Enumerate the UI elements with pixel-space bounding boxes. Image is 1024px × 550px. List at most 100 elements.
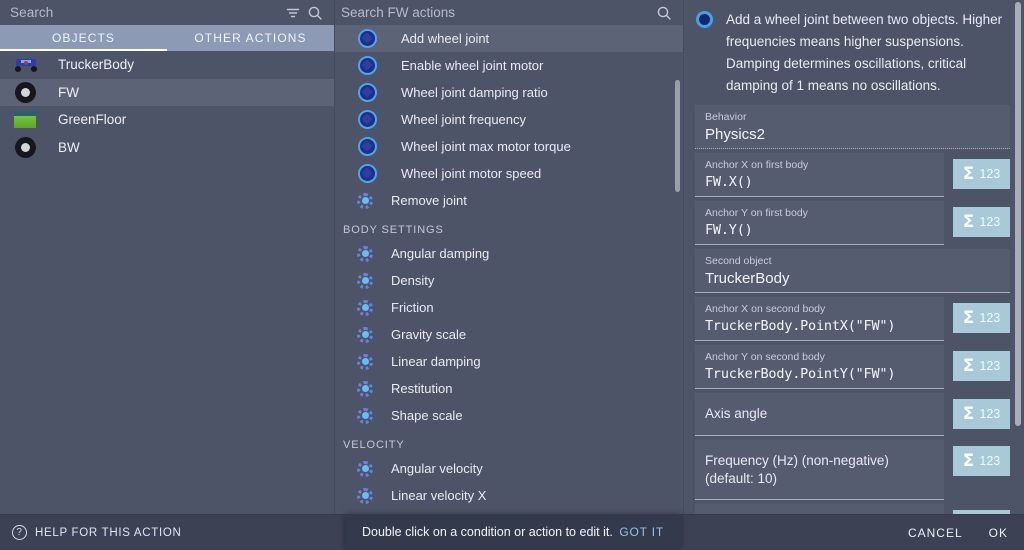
object-row-truckerbody[interactable]: TruckerBody <box>0 51 334 79</box>
object-row-greenfloor[interactable]: GreenFloor <box>0 106 334 134</box>
parameter-field-value[interactable]: TruckerBody.PointX("FW") <box>705 317 936 336</box>
object-row-fw[interactable]: FW <box>0 78 334 106</box>
objects-search-input[interactable]: Search <box>10 5 282 20</box>
expression-editor-button[interactable]: Σ 123 <box>953 399 1010 429</box>
object-label: BW <box>58 139 80 155</box>
ok-button[interactable]: OK <box>989 526 1008 540</box>
physics-gear-icon <box>353 245 377 262</box>
expression-editor-button[interactable]: Σ 123 <box>953 446 1010 476</box>
objects-search-bar[interactable]: Search <box>0 0 334 25</box>
search-icon[interactable] <box>304 2 326 24</box>
actions-search-input[interactable]: Search FW actions <box>341 5 653 20</box>
search-icon[interactable] <box>653 2 675 24</box>
parameter-field-value[interactable]: TruckerBody.PointY("FW") <box>705 365 936 384</box>
actions-section-header: VELOCITY <box>343 439 405 451</box>
parameter-field[interactable]: Behavior Physics2 <box>695 105 1010 149</box>
action-row[interactable]: Wheel joint frequency <box>335 106 683 133</box>
action-editor-dialog: Search OBJECTS OTHER ACTIONS TruckerBody… <box>0 0 1024 550</box>
tab-other-actions[interactable]: OTHER ACTIONS <box>167 25 334 51</box>
parameter-field-label: Frequency (Hz) (non-negative) (default: … <box>705 453 889 486</box>
wheel-joint-icon <box>355 164 379 183</box>
tab-objects[interactable]: OBJECTS <box>0 25 167 51</box>
sigma-icon: Σ <box>962 450 975 471</box>
action-row[interactable]: Linear damping <box>335 348 683 375</box>
action-label: Wheel joint motor speed <box>401 166 542 181</box>
parameter-field-value[interactable]: Physics2 <box>705 125 1002 144</box>
physics-gear-icon <box>353 326 377 343</box>
action-row[interactable]: Wheel joint motor speed <box>335 160 683 187</box>
parameter-field-inner[interactable]: Anchor X on second body TruckerBody.Point… <box>695 297 944 341</box>
object-label: TruckerBody <box>58 57 135 73</box>
actions-panel: Search FW actions Add wheel joint Enable … <box>334 0 683 550</box>
filter-icon[interactable] <box>282 2 304 24</box>
parameter-field[interactable]: Anchor X on second body TruckerBody.Point… <box>695 297 944 341</box>
parameter-field-inner[interactable]: Anchor Y on second body TruckerBody.Point… <box>695 345 944 389</box>
physics-gear-icon <box>353 380 377 397</box>
parameter-field-row: Anchor Y on second body TruckerBody.Point… <box>695 345 1010 389</box>
tab-other-actions-label: OTHER ACTIONS <box>194 31 307 45</box>
parameter-field-value[interactable]: FW.Y() <box>705 221 936 240</box>
wheel-joint-icon <box>355 110 379 129</box>
action-row[interactable]: Friction <box>335 294 683 321</box>
action-label: Wheel joint damping ratio <box>401 85 548 100</box>
wheel-joint-icon <box>355 137 379 156</box>
object-label: FW <box>58 84 79 100</box>
sigma-icon: Σ <box>962 307 975 328</box>
action-row[interactable]: Shape scale <box>335 402 683 429</box>
parameter-field-row: Axis angle Σ 123 <box>695 393 1010 436</box>
parameter-field[interactable]: Frequency (Hz) (non-negative) (default: … <box>695 440 944 500</box>
action-row[interactable]: Remove joint <box>335 187 683 214</box>
parameter-field-inner[interactable]: Second object TruckerBody <box>695 249 1010 293</box>
action-label: Linear damping <box>391 354 481 369</box>
parameter-field-value[interactable]: FW.X() <box>705 173 936 192</box>
parameter-field[interactable]: Anchor X on first body FW.X() <box>695 153 944 197</box>
help-for-this-action-button[interactable]: ? HELP FOR THIS ACTION <box>12 525 182 540</box>
action-label: Gravity scale <box>391 327 467 342</box>
parameter-field-inner[interactable]: Anchor X on first body FW.X() <box>695 153 944 197</box>
actions-search-bar[interactable]: Search FW actions <box>335 0 683 25</box>
expression-editor-button[interactable]: Σ 123 <box>953 351 1010 381</box>
physics-gear-icon <box>353 353 377 370</box>
sigma-button-number: 123 <box>979 215 1001 229</box>
parameter-field-inner[interactable]: Anchor Y on first body FW.Y() <box>695 201 944 245</box>
parameter-field-row: Anchor X on first body FW.X() Σ 123 <box>695 153 1010 197</box>
cancel-button[interactable]: CANCEL <box>908 526 963 540</box>
physics-gear-icon <box>353 299 377 316</box>
sigma-icon: Σ <box>962 355 975 376</box>
sigma-button-number: 123 <box>979 311 1001 325</box>
parameter-field[interactable]: Axis angle <box>695 393 944 436</box>
parameters-scrollbar[interactable] <box>1015 2 1021 426</box>
action-row[interactable]: Add wheel joint <box>335 25 683 52</box>
parameter-field-inner[interactable]: Frequency (Hz) (non-negative) (default: … <box>695 440 944 500</box>
action-row[interactable]: Angular velocity <box>335 455 683 482</box>
object-row-bw[interactable]: BW <box>0 134 334 162</box>
sigma-icon: Σ <box>962 403 975 424</box>
parameter-field-value[interactable]: TruckerBody <box>705 269 1002 288</box>
parameter-field[interactable]: Anchor Y on second body TruckerBody.Point… <box>695 345 944 389</box>
actions-list[interactable]: Add wheel joint Enable wheel joint motor W… <box>335 25 683 550</box>
expression-editor-button[interactable]: Σ 123 <box>953 159 1010 189</box>
action-row[interactable]: Wheel joint damping ratio <box>335 79 683 106</box>
parameter-field[interactable]: Anchor Y on first body FW.Y() <box>695 201 944 245</box>
action-row[interactable]: Linear velocity X <box>335 482 683 509</box>
action-label: Add wheel joint <box>401 31 490 46</box>
expression-editor-button[interactable]: Σ 123 <box>953 303 1010 333</box>
sigma-button-number: 123 <box>979 454 1001 468</box>
action-label: Angular velocity <box>391 461 483 476</box>
action-row[interactable]: Enable wheel joint motor <box>335 52 683 79</box>
sigma-button-number: 123 <box>979 407 1001 421</box>
actions-scrollbar[interactable] <box>675 80 680 192</box>
action-row[interactable]: Gravity scale <box>335 321 683 348</box>
action-row[interactable]: Restitution <box>335 375 683 402</box>
expression-editor-button[interactable]: Σ 123 <box>953 207 1010 237</box>
parameter-field-inner[interactable]: Axis angle <box>695 393 944 436</box>
physics-gear-icon <box>353 192 377 209</box>
parameter-field[interactable]: Second object TruckerBody <box>695 249 1010 293</box>
action-row[interactable]: Angular damping <box>335 240 683 267</box>
parameter-field-label: Axis angle <box>705 406 768 421</box>
parameter-field-inner[interactable]: Behavior Physics2 <box>695 105 1010 149</box>
action-row[interactable]: Wheel joint max motor torque <box>335 133 683 160</box>
got-it-button[interactable]: GOT IT <box>619 525 664 539</box>
parameter-field-row: Behavior Physics2 <box>695 105 1010 149</box>
action-row[interactable]: Density <box>335 267 683 294</box>
